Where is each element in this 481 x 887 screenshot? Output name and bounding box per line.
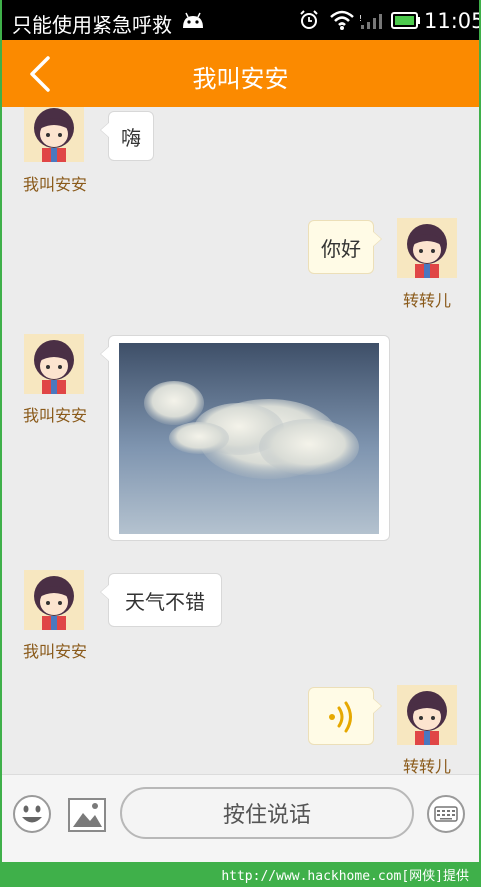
alarm-icon — [300, 10, 318, 29]
avatar[interactable] — [24, 107, 84, 162]
avatar[interactable] — [24, 334, 84, 394]
image-bubble[interactable] — [100, 335, 390, 541]
voice-bubble[interactable] — [308, 687, 382, 745]
sender-name: 我叫安安 — [22, 406, 87, 425]
emoji-icon[interactable] — [12, 794, 52, 834]
text-bubble[interactable]: 嗨 — [100, 111, 154, 161]
sender-name: 转转儿 — [402, 291, 451, 310]
avatar-girl-icon — [24, 107, 84, 162]
svg-text:!: ! — [359, 14, 362, 23]
message-text: 天气不错 — [125, 589, 205, 614]
status-clock: 11:05 — [424, 9, 479, 33]
avatar-girl-icon — [24, 570, 84, 630]
text-bubble[interactable]: 你好 — [308, 220, 382, 274]
battery-icon — [391, 12, 420, 29]
voice-wave-icon — [329, 701, 352, 733]
watermark-text: http://www.hackhome.com[网侠]提供 — [221, 869, 469, 884]
message-text: 你好 — [321, 236, 361, 261]
avatar[interactable] — [397, 218, 457, 278]
sender-name: 我叫安安 — [22, 642, 87, 661]
carrier-text: 只能使用紧急呼救 — [12, 13, 172, 37]
avatar[interactable] — [397, 685, 457, 745]
sky-photo[interactable] — [119, 343, 379, 534]
hold-to-talk-button[interactable]: 按住说话 — [120, 787, 414, 839]
phone-screen: 只能使用紧急呼救 ! 11:05 我叫安安 我叫安安 嗨 转转儿 你好 我叫安安… — [2, 0, 479, 862]
avatar-girl-icon — [397, 685, 457, 745]
avatar[interactable] — [24, 570, 84, 630]
message-text: 嗨 — [121, 125, 141, 150]
input-bar: 按住说话 — [2, 774, 479, 862]
signal-icon: ! — [359, 14, 382, 29]
android-icon — [183, 12, 203, 28]
image-icon[interactable] — [68, 796, 106, 834]
sender-name: 转转儿 — [402, 757, 451, 774]
sender-name: 我叫安安 — [22, 175, 87, 194]
keyboard-icon[interactable] — [426, 794, 466, 834]
page-title: 我叫安安 — [192, 65, 289, 93]
title-bar: 我叫安安 — [2, 40, 479, 107]
chat-list[interactable]: 我叫安安 嗨 转转儿 你好 我叫安安 我叫安安 天气不错 转转儿 — [2, 107, 479, 774]
avatar-girl-icon — [24, 334, 84, 394]
text-bubble[interactable]: 天气不错 — [100, 573, 222, 627]
avatar-girl-icon — [397, 218, 457, 278]
status-bar: 只能使用紧急呼救 ! 11:05 — [2, 0, 479, 40]
wifi-icon — [330, 10, 354, 30]
